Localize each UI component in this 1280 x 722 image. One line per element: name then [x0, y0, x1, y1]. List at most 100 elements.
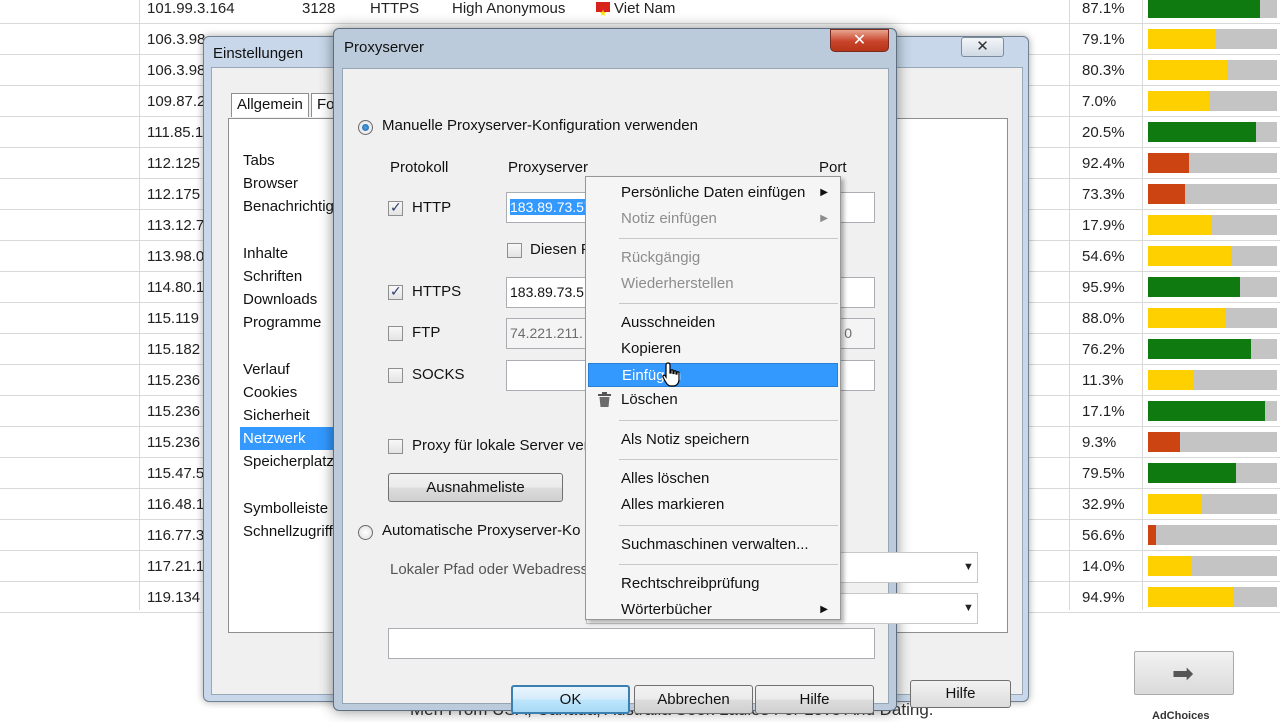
uptime-bar — [1148, 432, 1277, 452]
menu-separator — [619, 303, 838, 305]
proxy-dialog-title: Proxyserver — [344, 39, 425, 56]
context-menu-item[interactable]: Rückgängig — [588, 246, 838, 270]
local-proxy-checkbox[interactable] — [388, 439, 403, 454]
local-path-label: Lokaler Pfad oder Webadress — [390, 561, 589, 578]
uptime-percent: 7.0% — [1082, 93, 1117, 110]
uptime-bar-fill — [1148, 587, 1234, 607]
uptime-bar-fill — [1148, 308, 1226, 328]
uptime-bar-fill — [1148, 153, 1190, 173]
settings-nav-item[interactable]: Symbolleiste — [240, 497, 340, 520]
chevron-down-icon: ▼ — [963, 602, 974, 614]
proxy-help-button[interactable]: Hilfe — [755, 685, 874, 714]
settings-nav-item[interactable]: Downloads — [240, 288, 340, 311]
settings-nav-item[interactable]: Sicherheit — [240, 404, 340, 427]
table-row[interactable]: 101.99.3.164 3128 HTTPS High Anonymous Viet … — [0, 0, 1280, 24]
country-name: Viet Nam — [614, 0, 676, 17]
uptime-percent: 87.1% — [1082, 0, 1125, 17]
uptime-percent: 54.6% — [1082, 248, 1125, 265]
hand-cursor-icon — [662, 362, 680, 387]
uptime-bar — [1148, 215, 1277, 235]
settings-nav-item[interactable]: Speicherplatz — [240, 450, 340, 473]
settings-nav-item[interactable]: Verlauf — [240, 358, 340, 381]
manual-proxy-radio[interactable] — [358, 120, 373, 135]
tab-allgemein[interactable]: Allgemein — [231, 93, 309, 117]
settings-nav-item[interactable]: Schnellzugriff — [240, 520, 340, 543]
context-menu-item[interactable]: Rechtschreibprüfung — [588, 572, 838, 596]
menu-item-label: Alles markieren — [621, 496, 725, 513]
menu-item-label: Löschen — [621, 391, 678, 409]
uptime-bar-fill — [1148, 246, 1231, 266]
uptime-bar-fill — [1148, 432, 1181, 452]
settings-nav-item[interactable]: Cookies — [240, 381, 340, 404]
auto-config-url-input[interactable] — [388, 628, 875, 659]
ip-cell: 111.85.1 — [147, 124, 204, 141]
socks-label: SOCKS — [412, 366, 465, 383]
uptime-bar-fill — [1148, 494, 1203, 514]
adchoices-link[interactable]: AdChoices — [1152, 710, 1209, 722]
settings-nav-item[interactable]: Browser — [240, 172, 340, 195]
uptime-percent: 95.9% — [1082, 279, 1125, 296]
settings-close-button[interactable]: ✕ — [961, 37, 1004, 57]
http-checkbox[interactable] — [388, 199, 403, 216]
uptime-bar-fill — [1148, 184, 1186, 204]
uptime-bar — [1148, 29, 1277, 49]
same-proxy-checkbox[interactable] — [507, 243, 522, 258]
uptime-percent: 17.9% — [1082, 217, 1125, 234]
context-menu-item[interactable]: Persönliche Daten einfügen ▶ — [588, 181, 838, 205]
ok-button[interactable]: OK — [511, 685, 630, 714]
uptime-bar-fill — [1148, 91, 1209, 111]
local-proxy-label: Proxy für lokale Server ver — [412, 437, 589, 454]
http-label: HTTP — [412, 199, 452, 216]
settings-help-button[interactable]: Hilfe — [910, 680, 1011, 708]
uptime-percent: 76.2% — [1082, 341, 1125, 358]
uptime-percent: 79.5% — [1082, 465, 1125, 482]
settings-nav-item[interactable]: Tabs — [240, 149, 340, 172]
context-menu-item[interactable]: Alles löschen — [588, 467, 838, 491]
context-menu-item[interactable]: Löschen — [588, 388, 838, 412]
context-menu-item[interactable]: Einfügen — [588, 362, 838, 387]
menu-item-label: Als Notiz speichern — [621, 430, 750, 448]
context-menu-item[interactable]: Notiz einfügen ▶ — [588, 207, 838, 231]
uptime-bar — [1148, 184, 1277, 204]
uptime-bar-fill — [1148, 277, 1240, 297]
context-menu-item[interactable]: Suchmaschinen verwalten... — [588, 533, 838, 557]
menu-item-label: Notiz einfügen — [621, 209, 717, 227]
proxy-close-button[interactable]: ✕ — [830, 29, 889, 52]
uptime-bar-fill — [1148, 0, 1261, 18]
cancel-button[interactable]: Abbrechen — [634, 685, 753, 714]
menu-item-label: Suchmaschinen verwalten... — [621, 535, 809, 553]
uptime-percent: 32.9% — [1082, 496, 1125, 513]
uptime-bar — [1148, 525, 1277, 545]
uptime-percent: 80.3% — [1082, 62, 1125, 79]
uptime-bar — [1148, 153, 1277, 173]
settings-nav-item[interactable]: Inhalte — [240, 242, 340, 265]
next-page-button[interactable]: ➡ — [1134, 651, 1234, 695]
auto-proxy-radio[interactable] — [358, 525, 373, 540]
settings-nav-item[interactable]: Netzwerk — [240, 427, 340, 450]
https-checkbox[interactable] — [388, 283, 403, 300]
context-menu-item[interactable]: Alles markieren — [588, 493, 838, 517]
context-menu-item[interactable]: Wörterbücher ▶ — [588, 598, 838, 622]
menu-item-label: Persönliche Daten einfügen — [621, 184, 806, 201]
uptime-percent: 17.1% — [1082, 403, 1125, 420]
context-menu-item[interactable]: Kopieren — [588, 337, 838, 361]
ftp-checkbox[interactable] — [388, 326, 403, 341]
uptime-bar — [1148, 246, 1277, 266]
manual-proxy-label: Manuelle Proxyserver-Konfiguration verwe… — [382, 117, 698, 134]
settings-nav-item[interactable]: Schriften — [240, 265, 340, 288]
uptime-percent: 20.5% — [1082, 124, 1125, 141]
socks-checkbox[interactable] — [388, 368, 403, 383]
exceptions-button[interactable]: Ausnahmeliste — [388, 473, 563, 502]
context-menu-item[interactable]: Als Notiz speichern — [588, 428, 838, 452]
ip-cell: 113.98.0 — [147, 248, 205, 265]
settings-nav-item[interactable]: Benachrichtigu — [240, 195, 342, 218]
settings-nav-item[interactable]: Programme — [240, 311, 340, 334]
context-menu-item[interactable]: Ausschneiden — [588, 311, 838, 335]
menu-separator — [619, 459, 838, 461]
uptime-bar — [1148, 0, 1277, 18]
ip-cell: 112.175 — [147, 186, 201, 203]
context-menu-item[interactable]: Wiederherstellen — [588, 272, 838, 296]
same-proxy-label: Diesen P — [530, 241, 591, 258]
